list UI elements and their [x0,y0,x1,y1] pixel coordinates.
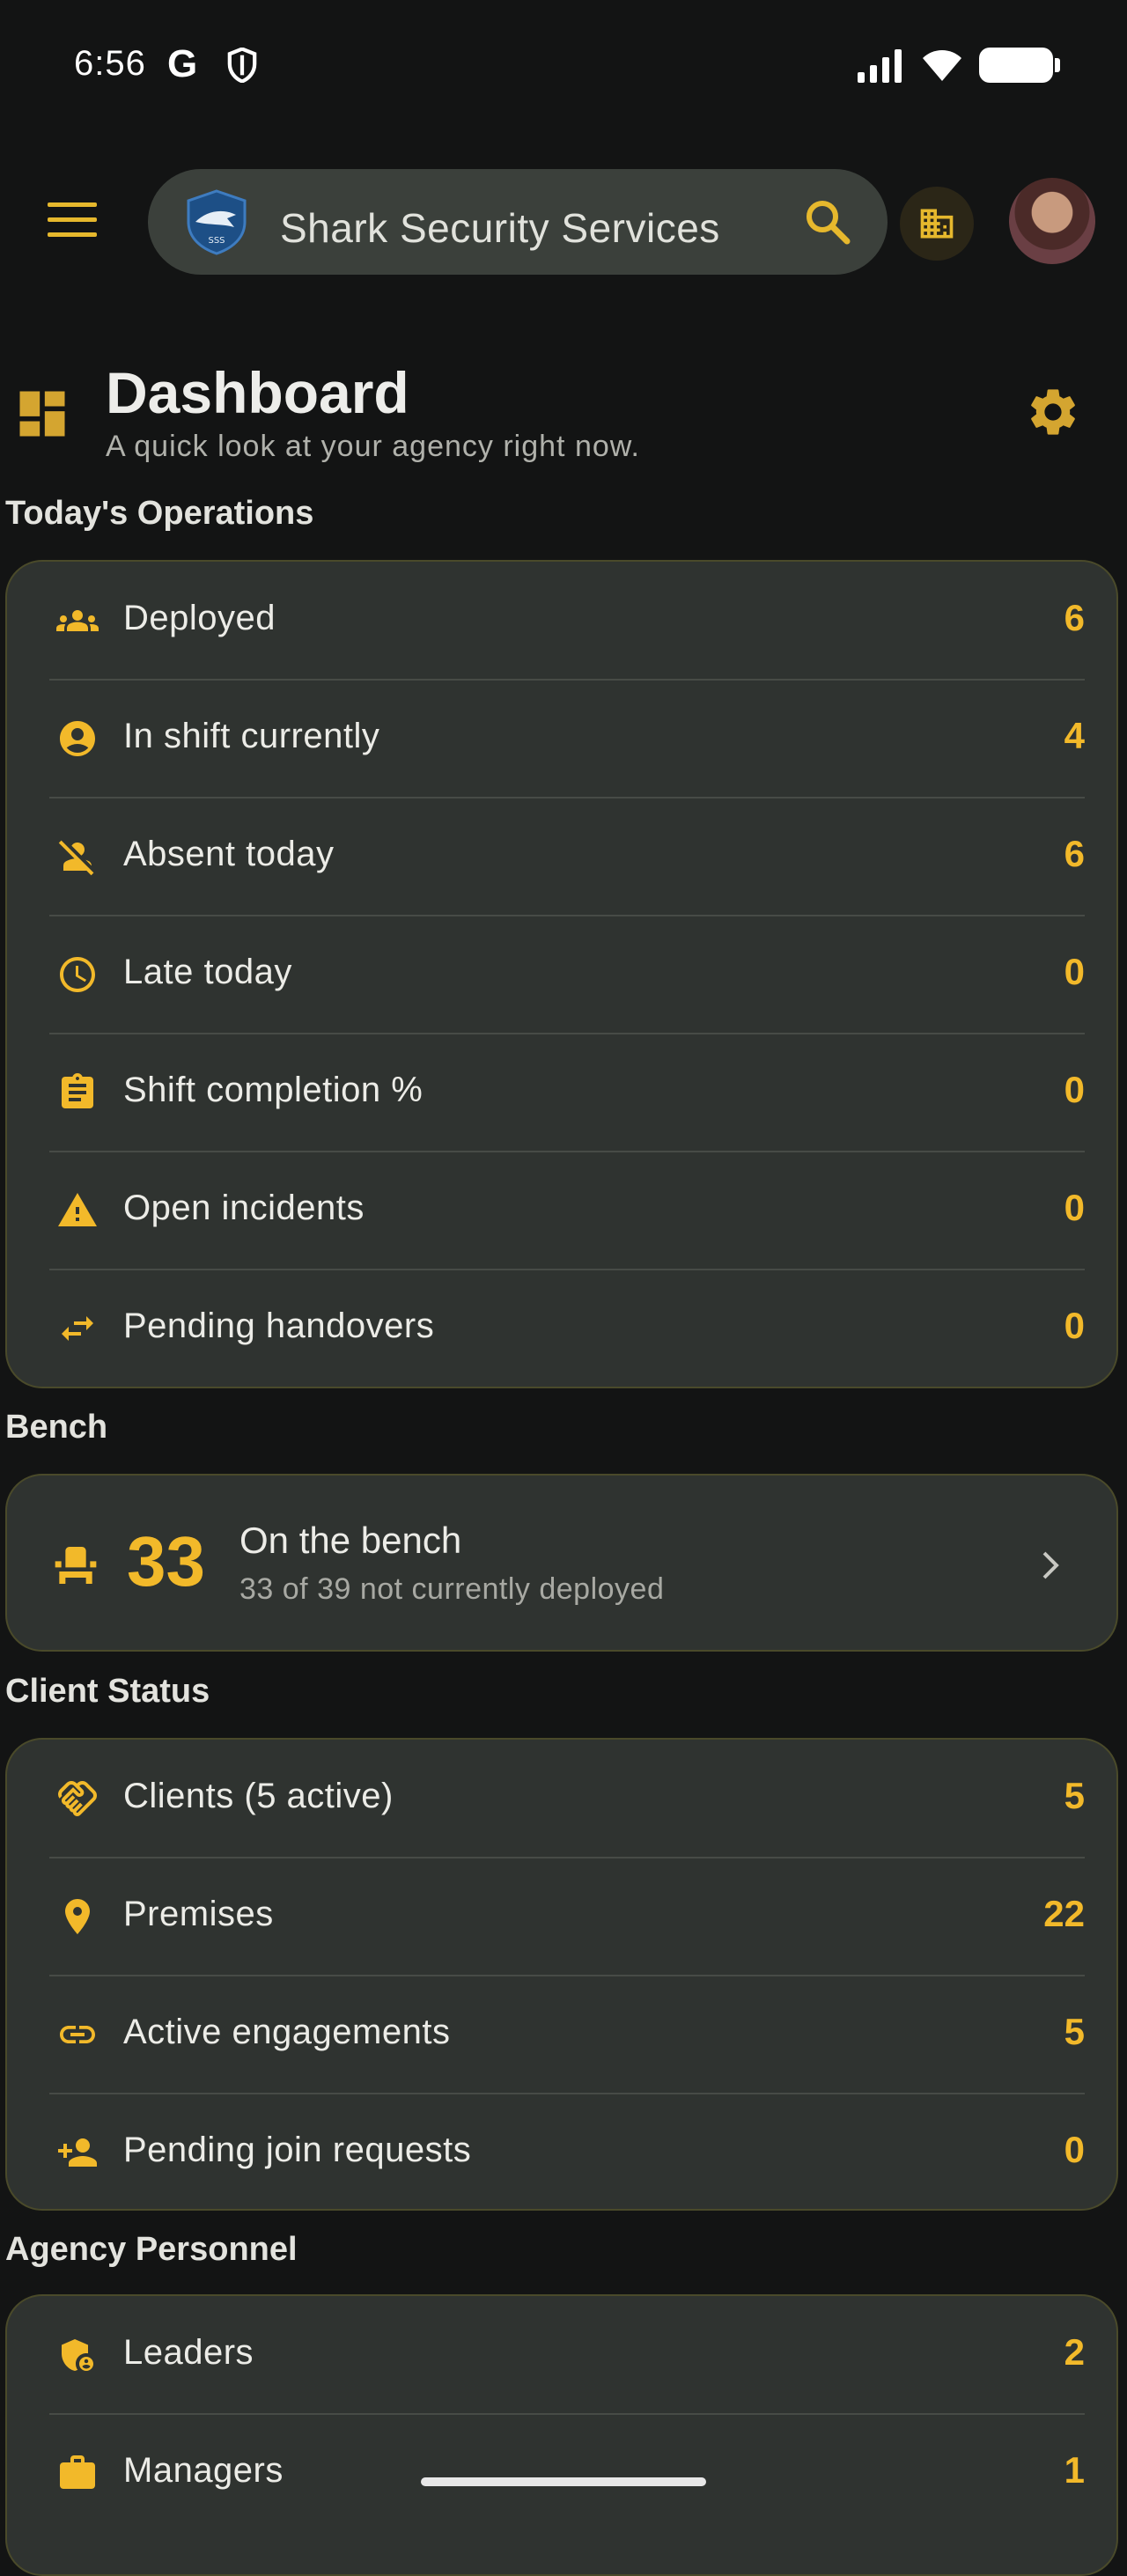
location-pin-icon [65,1899,90,1934]
stat-value: 6 [1064,597,1085,638]
clipboard-icon [62,1073,93,1108]
stat-label: Late today [123,953,292,991]
shark-logo-icon: SSS [187,189,247,255]
stat-value: 2 [1064,2331,1085,2373]
stat-value: 4 [1064,715,1085,756]
organization-search-bar[interactable]: SSS Shark Security Services [148,169,888,275]
chevron-right-icon [1042,1551,1059,1579]
building-button[interactable] [900,187,974,261]
bench-count: 33 [127,1522,205,1601]
stat-value: 5 [1064,2011,1085,2052]
building-icon [920,209,954,239]
organization-name: Shark Security Services [280,205,720,251]
stat-row-open-incidents[interactable]: Open incidents 0 [49,1152,1085,1270]
app-bar: SSS Shark Security Services [0,158,1127,282]
stat-row-leaders[interactable]: Leaders 2 [49,2296,1085,2414]
page-subtitle: A quick look at your agency right now. [106,430,640,463]
stat-row-late[interactable]: Late today 0 [49,916,1085,1034]
briefcase-icon [60,2455,95,2489]
account-circle-icon [60,721,95,756]
handshake-icon [57,1781,97,1816]
hamburger-menu-icon[interactable] [48,202,97,238]
user-avatar[interactable] [1009,178,1095,264]
stat-row-pending-handovers[interactable]: Pending handovers 0 [49,1270,1085,1387]
stat-row-premises[interactable]: Premises 22 [49,1858,1085,1976]
stat-value: 6 [1064,833,1085,874]
stat-label: In shift currently [123,717,380,755]
section-title-operations: Today's Operations [5,495,314,532]
dashboard-header: Dashboard A quick look at your agency ri… [0,352,1127,475]
stat-value: 0 [1064,2129,1085,2170]
person-off-icon [58,840,94,876]
svg-text:SSS: SSS [208,236,225,246]
stat-row-engagements[interactable]: Active engagements 5 [49,1976,1085,2094]
section-title-clients: Client Status [5,1673,210,1710]
battery-icon [979,48,1060,83]
stat-value: 0 [1064,951,1085,992]
home-indicator[interactable] [421,2477,706,2486]
stat-label: Leaders [123,2333,254,2372]
stat-label: Pending handovers [123,1306,435,1345]
search-icon[interactable] [803,197,852,247]
stat-label: Deployed [123,599,276,637]
bench-card[interactable]: 33 On the bench 33 of 39 not currently d… [5,1474,1118,1652]
stat-label: Managers [123,2451,284,2490]
clock-icon [60,957,95,992]
link-icon [60,2026,95,2043]
chair-icon [55,1547,97,1584]
cell-signal-icon [858,49,902,83]
gear-icon[interactable] [1025,384,1081,440]
stat-value: 5 [1064,1775,1085,1816]
stat-row-shift-completion[interactable]: Shift completion % 0 [49,1034,1085,1152]
status-bar: 6:56 G [0,0,1127,132]
bench-title: On the bench [239,1520,462,1561]
stat-label: Active engagements [123,2013,451,2051]
stat-label: Shift completion % [123,1071,424,1109]
groups-icon [56,610,99,631]
stat-label: Premises [123,1895,274,1933]
stat-label: Clients (5 active) [123,1777,394,1815]
warning-icon [58,1193,97,1226]
wifi-icon [923,50,961,81]
stat-row-absent[interactable]: Absent today 6 [49,798,1085,916]
stat-value: 22 [1043,1893,1085,1934]
personnel-card: Leaders 2 Managers 1 [5,2294,1118,2576]
bench-subtitle: 33 of 39 not currently deployed [239,1572,665,1606]
stat-value: 0 [1064,1069,1085,1110]
stat-row-clients[interactable]: Clients (5 active) 5 [49,1740,1085,1858]
shield-person-icon [62,2339,93,2371]
person-add-icon [58,2138,97,2167]
stat-value: 1 [1064,2449,1085,2491]
section-title-personnel: Agency Personnel [5,2231,298,2268]
page-title: Dashboard [106,360,409,425]
section-title-bench: Bench [5,1409,108,1446]
dashboard-icon [19,391,65,437]
stat-label: Open incidents [123,1189,365,1227]
client-status-card: Clients (5 active) 5 Premises 22 Active … [5,1738,1118,2211]
stat-row-join-requests[interactable]: Pending join requests 0 [49,2094,1085,2212]
shield-status-icon [227,48,257,83]
status-time: 6:56 [74,44,146,83]
swap-arrows-icon [62,1316,93,1341]
stat-value: 0 [1064,1305,1085,1346]
stat-label: Absent today [123,835,335,873]
google-icon: G [167,42,198,85]
stat-row-deployed[interactable]: Deployed 6 [49,562,1085,680]
stat-row-in-shift[interactable]: In shift currently 4 [49,680,1085,798]
stat-value: 0 [1064,1187,1085,1228]
operations-card: Deployed 6 In shift currently 4 Absent t… [5,560,1118,1388]
stat-label: Pending join requests [123,2131,472,2169]
